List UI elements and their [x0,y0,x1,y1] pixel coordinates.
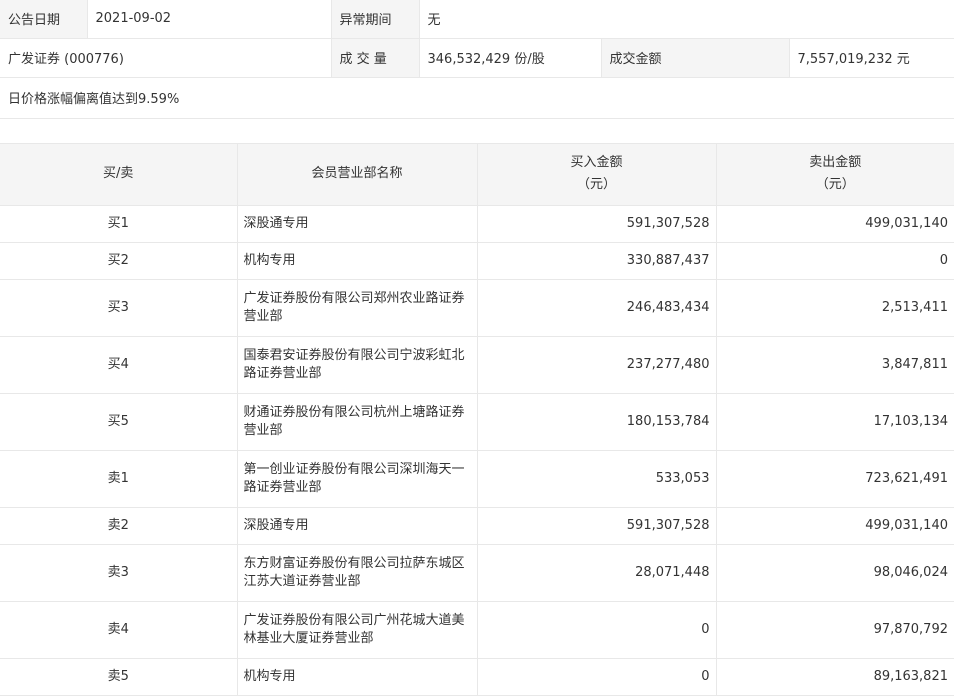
sell-amount: 98,046,024 [715,544,954,602]
period-label: 异常期间 [330,0,419,39]
sell-amount: 97,870,792 [715,601,954,659]
sell-amount: 499,031,140 [715,507,954,545]
member-name: 机构专用 [236,658,477,696]
table-row: 买3 广发证券股份有限公司郑州农业路证券营业部 246,483,434 2,51… [0,279,954,337]
buy-amount: 180,153,784 [476,393,716,451]
buy-amount-header: 买入金额 （元） [476,142,716,206]
table-row: 卖1 第一创业证券股份有限公司深圳海天一路证券营业部 533,053 723,6… [0,450,954,508]
table-row: 卖2 深股通专用 591,307,528 499,031,140 [0,507,954,545]
member-header: 会员营业部名称 [236,142,477,206]
member-name: 财通证券股份有限公司杭州上塘路证券营业部 [236,393,477,451]
sell-amount: 0 [715,242,954,280]
volume-value: 346,532,429 份/股 [418,38,601,78]
sell-amount: 723,621,491 [715,450,954,508]
sell-amount-header: 卖出金额 （元） [715,142,954,206]
side-cell: 买2 [0,242,237,280]
table-row: 买5 财通证券股份有限公司杭州上塘路证券营业部 180,153,784 17,1… [0,393,954,451]
date-value: 2021-09-02 [86,0,331,39]
buy-amount: 28,071,448 [476,544,716,602]
side-cell: 卖5 [0,658,237,696]
buy-amount: 237,277,480 [476,336,716,394]
member-name: 第一创业证券股份有限公司深圳海天一路证券营业部 [236,450,477,508]
buy-amount: 591,307,528 [476,205,716,243]
member-name: 机构专用 [236,242,477,280]
abnormal-reason: 日价格涨幅偏离值达到9.59% [0,77,954,119]
side-cell: 卖3 [0,544,237,602]
table-row: 卖5 机构专用 0 89,163,821 [0,658,954,696]
announcement-info-table: 公告日期 2021-09-02 异常期间 无 广发证券 (000776) 成 交… [0,0,954,119]
buy-amount: 330,887,437 [476,242,716,280]
buy-amount: 533,053 [476,450,716,508]
sell-amount: 2,513,411 [715,279,954,337]
sell-amount: 89,163,821 [715,658,954,696]
volume-label: 成 交 量 [330,38,419,78]
member-name: 深股通专用 [236,205,477,243]
amount-value: 7,557,019,232 元 [788,38,954,78]
member-name: 东方财富证券股份有限公司拉萨东城区江苏大道证券营业部 [236,544,477,602]
member-name: 国泰君安证券股份有限公司宁波彩虹北路证券营业部 [236,336,477,394]
sell-amount: 499,031,140 [715,205,954,243]
buy-amount: 0 [476,601,716,659]
member-name: 深股通专用 [236,507,477,545]
member-name: 广发证券股份有限公司郑州农业路证券营业部 [236,279,477,337]
sell-amount: 3,847,811 [715,336,954,394]
trading-seats-table: 买/卖 会员营业部名称 买入金额 （元） 卖出金额 （元） 买1 深股通专用 591… [0,142,954,696]
side-cell: 买3 [0,279,237,337]
side-cell: 卖2 [0,507,237,545]
side-header: 买/卖 [0,142,237,206]
buy-amount: 591,307,528 [476,507,716,545]
member-name: 广发证券股份有限公司广州花城大道美林基业大厦证券营业部 [236,601,477,659]
side-cell: 买5 [0,393,237,451]
amount-label: 成交金额 [600,38,789,78]
table-row: 买4 国泰君安证券股份有限公司宁波彩虹北路证券营业部 237,277,480 3… [0,336,954,394]
table-row: 卖3 东方财富证券股份有限公司拉萨东城区江苏大道证券营业部 28,071,448… [0,544,954,602]
table-row: 买2 机构专用 330,887,437 0 [0,242,954,280]
sell-amount: 17,103,134 [715,393,954,451]
date-label: 公告日期 [0,0,87,39]
side-cell: 卖4 [0,601,237,659]
side-cell: 买1 [0,205,237,243]
table-row: 卖4 广发证券股份有限公司广州花城大道美林基业大厦证券营业部 0 97,870,… [0,601,954,659]
buy-amount: 246,483,434 [476,279,716,337]
stock-name: 广发证券 (000776) [0,38,331,78]
period-value: 无 [418,0,954,39]
table-row: 买1 深股通专用 591,307,528 499,031,140 [0,205,954,243]
buy-amount: 0 [476,658,716,696]
side-cell: 买4 [0,336,237,394]
side-cell: 卖1 [0,450,237,508]
